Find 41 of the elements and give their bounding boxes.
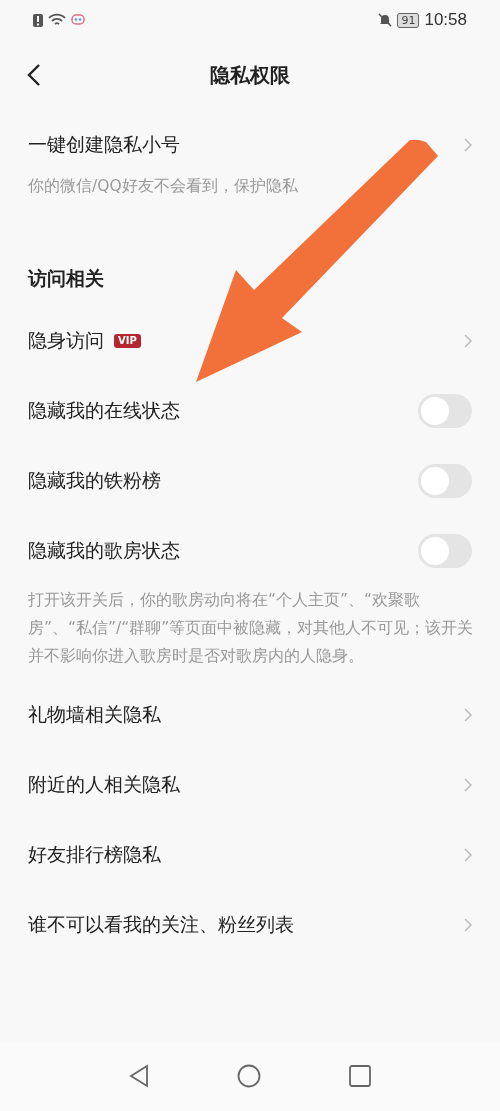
chevron-icon bbox=[464, 138, 472, 152]
chevron-icon bbox=[464, 778, 472, 792]
row-label: 隐藏我的铁粉榜 bbox=[28, 468, 161, 493]
mute-bell-icon bbox=[378, 13, 393, 27]
page-title: 隐私权限 bbox=[210, 61, 290, 89]
row-label: 隐身访问 bbox=[28, 328, 104, 353]
settings-row[interactable]: 好友排行榜隐私 bbox=[0, 820, 500, 890]
recents-nav-icon[interactable] bbox=[349, 1065, 371, 1087]
robot-icon bbox=[71, 13, 85, 27]
settings-row[interactable]: 一键创建隐私小号 bbox=[0, 118, 500, 172]
row-label: 隐藏我的在线状态 bbox=[28, 398, 180, 423]
back-icon[interactable] bbox=[27, 63, 41, 87]
alert-icon bbox=[33, 13, 43, 27]
home-nav-icon[interactable] bbox=[237, 1064, 261, 1088]
settings-row[interactable]: 隐藏我的铁粉榜 bbox=[0, 446, 500, 516]
section-heading: 访问相关 bbox=[26, 266, 105, 291]
vip-badge: VIP bbox=[114, 334, 141, 348]
row-label: 谁不可以看我的关注、粉丝列表 bbox=[28, 912, 294, 937]
toggle-switch[interactable] bbox=[418, 394, 472, 428]
row-label: 一键创建隐私小号 bbox=[28, 132, 180, 157]
settings-row[interactable]: 隐藏我的在线状态 bbox=[0, 376, 500, 446]
settings-row[interactable]: 礼物墙相关隐私 bbox=[0, 680, 500, 750]
toggle-switch[interactable] bbox=[418, 464, 472, 498]
battery-level: 91 bbox=[397, 12, 420, 28]
row-label: 隐藏我的歌房状态 bbox=[28, 538, 180, 563]
clock-time: 10:58 bbox=[424, 10, 467, 30]
row-label: 好友排行榜隐私 bbox=[28, 842, 161, 867]
toggle-switch[interactable] bbox=[418, 534, 472, 568]
chevron-icon bbox=[464, 708, 472, 722]
row-label: 附近的人相关隐私 bbox=[28, 772, 180, 797]
row-label: 礼物墙相关隐私 bbox=[28, 702, 161, 727]
back-nav-icon[interactable] bbox=[129, 1064, 149, 1088]
chevron-icon bbox=[464, 918, 472, 932]
chevron-icon bbox=[464, 334, 472, 348]
wifi-icon bbox=[48, 13, 66, 27]
settings-row[interactable]: 附近的人相关隐私 bbox=[0, 750, 500, 820]
settings-row[interactable]: 谁不可以看我的关注、粉丝列表 bbox=[0, 890, 500, 960]
description-text: 你的微信/QQ好友不会看到，保护隐私 bbox=[27, 176, 299, 197]
chevron-icon bbox=[464, 848, 472, 862]
settings-row[interactable]: 隐藏我的歌房状态 bbox=[0, 516, 500, 586]
description-text: 打开该开关后，你的歌房动向将在“个人主页”、“欢聚歌房”、“私信”/“群聊”等页面中被隐藏，对其他人不可见；该开关并不影响你进入歌房时是否对歌房内的人隐身。 bbox=[27, 590, 475, 667]
